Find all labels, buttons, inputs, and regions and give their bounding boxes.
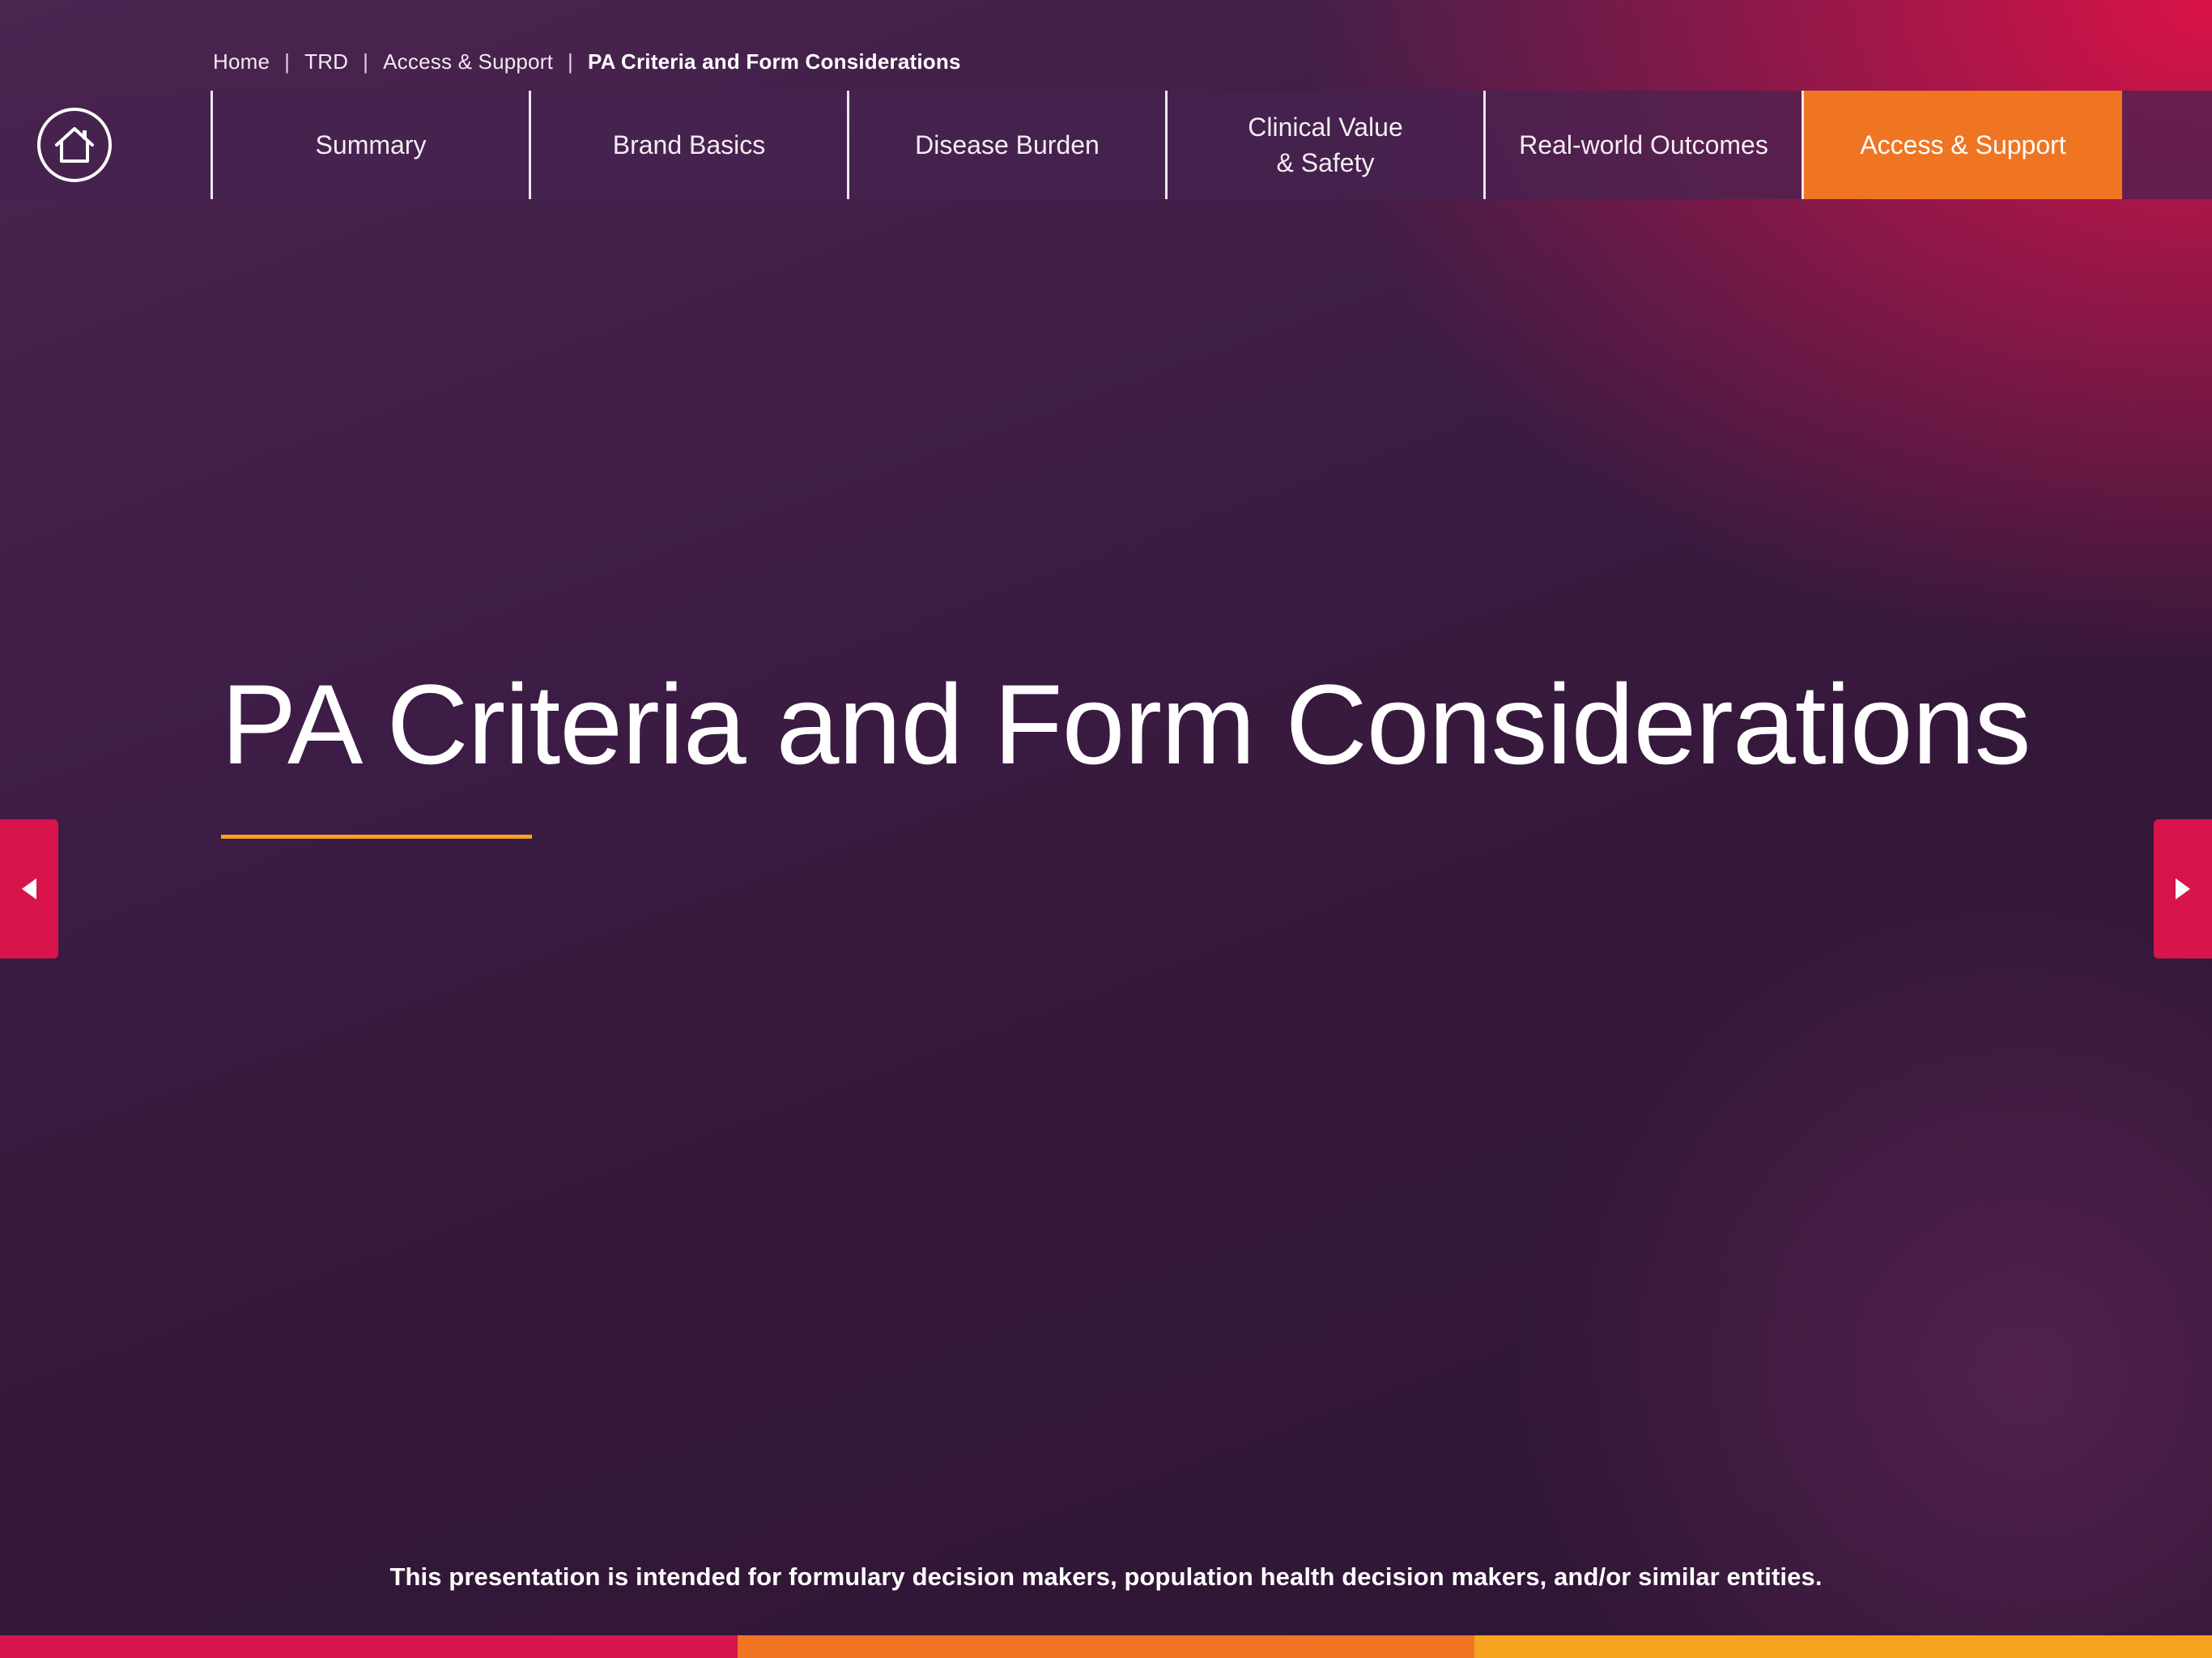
nav-item-label-line2: & Safety bbox=[1276, 148, 1375, 177]
bottom-bar-segment-orange bbox=[737, 1635, 1475, 1658]
next-slide-button[interactable] bbox=[2154, 819, 2212, 959]
bottom-bar-segment-red bbox=[0, 1635, 738, 1658]
triangle-left-icon bbox=[22, 878, 36, 899]
bottom-bar-segment-yellow bbox=[1474, 1635, 2212, 1658]
breadcrumb-trd[interactable]: TRD bbox=[304, 49, 348, 74]
breadcrumb-access-support[interactable]: Access & Support bbox=[383, 49, 553, 74]
nav-item-access-support[interactable]: Access & Support bbox=[1804, 91, 2122, 199]
home-icon[interactable] bbox=[37, 108, 112, 182]
home-icon-glyph bbox=[55, 127, 94, 163]
nav-item-label: Disease Burden bbox=[915, 130, 1100, 159]
nav-item-clinical-value-safety[interactable]: Clinical Value & Safety bbox=[1168, 91, 1486, 199]
main-nav: Summary Brand Basics Disease Burden Clin… bbox=[0, 91, 2212, 199]
nav-item-label: Access & Support bbox=[1860, 130, 2066, 159]
triangle-right-icon bbox=[2176, 878, 2190, 899]
nav-item-label: Brand Basics bbox=[612, 130, 766, 159]
breadcrumb-separator: | bbox=[284, 49, 291, 74]
nav-item-disease-burden[interactable]: Disease Burden bbox=[849, 91, 1168, 199]
title-underline bbox=[221, 835, 532, 839]
previous-slide-button[interactable] bbox=[0, 819, 58, 959]
nav-item-label: Summary bbox=[315, 130, 427, 159]
breadcrumb-current: PA Criteria and Form Considerations bbox=[587, 49, 961, 74]
bottom-color-bar bbox=[0, 1635, 2212, 1658]
breadcrumb-separator: | bbox=[568, 49, 573, 74]
nav-item-label-line1: Clinical Value bbox=[1248, 113, 1403, 142]
nav-item-label: Real-world Outcomes bbox=[1519, 130, 1768, 159]
nav-item-brand-basics[interactable]: Brand Basics bbox=[531, 91, 849, 199]
nav-item-real-world-outcomes[interactable]: Real-world Outcomes bbox=[1486, 91, 1804, 199]
breadcrumb: Home | TRD | Access & Support | PA Crite… bbox=[213, 47, 961, 76]
nav-item-summary[interactable]: Summary bbox=[213, 91, 531, 199]
breadcrumb-home[interactable]: Home bbox=[213, 49, 270, 74]
footer-disclaimer: This presentation is intended for formul… bbox=[389, 1562, 1823, 1591]
breadcrumb-separator: | bbox=[363, 49, 369, 74]
home-button[interactable] bbox=[0, 91, 213, 199]
nav-item-label: Clinical Value & Safety bbox=[1248, 109, 1403, 181]
page-title: PA Criteria and Form Considerations bbox=[221, 661, 2031, 788]
